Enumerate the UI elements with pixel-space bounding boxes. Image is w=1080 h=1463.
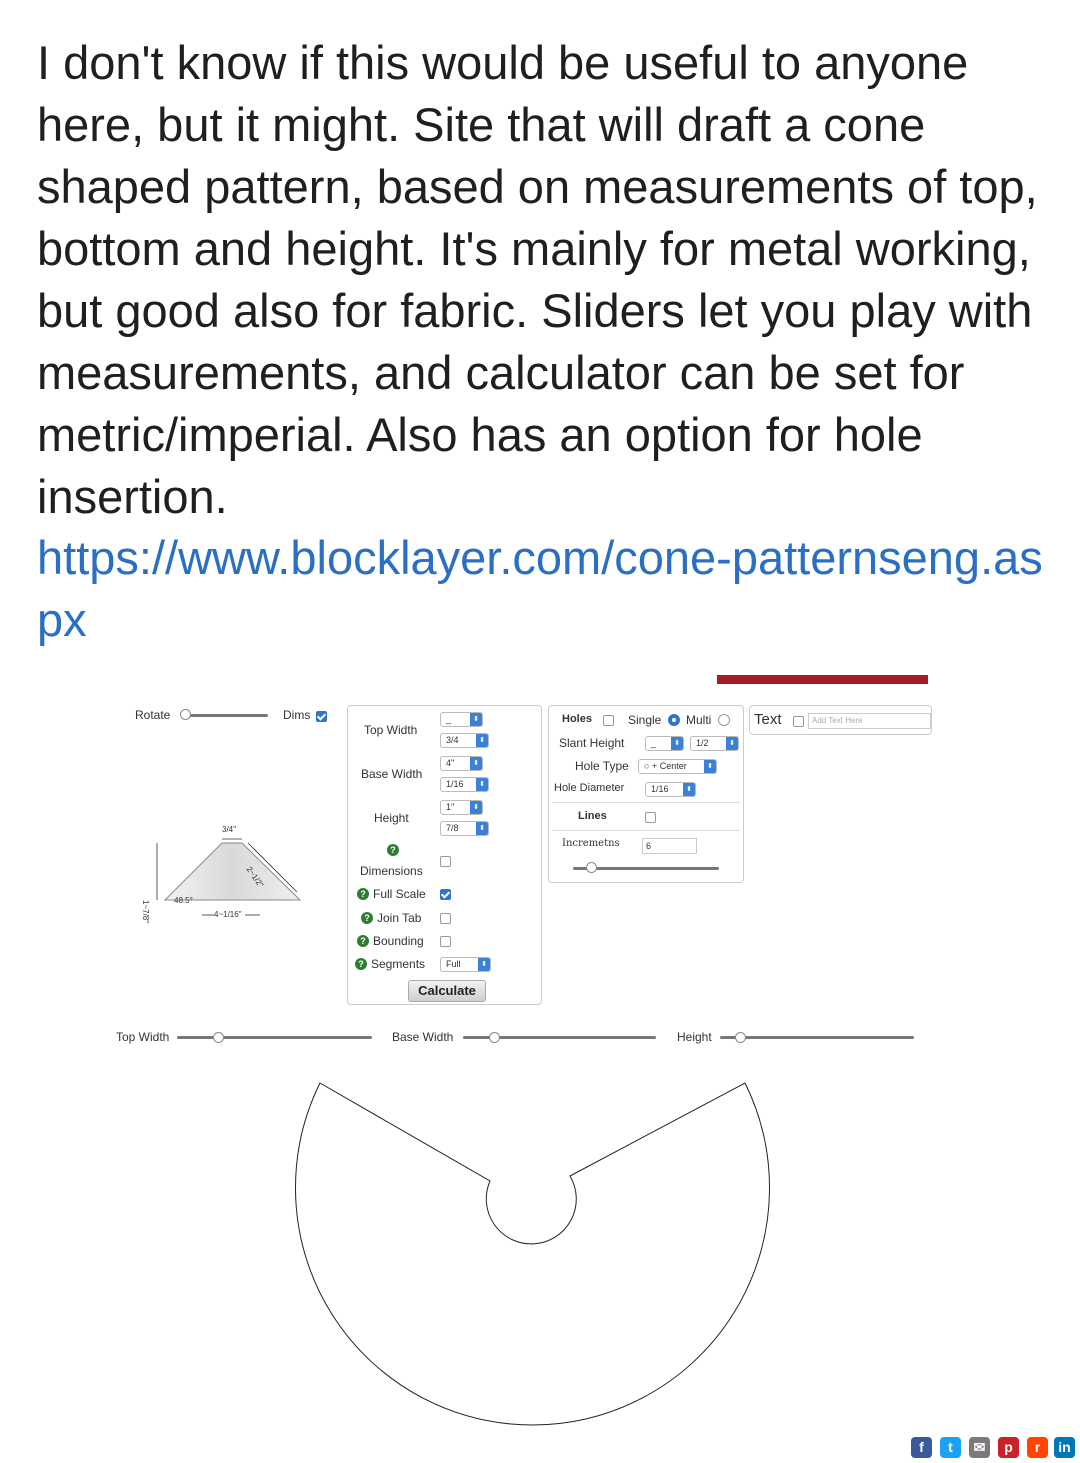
hole-diameter-value: 1/16 (651, 784, 669, 794)
lines-label: Lines (578, 810, 607, 822)
dimensions-checkbox[interactable] (440, 856, 451, 867)
hole-type-select[interactable]: ○ + Center ⬍ (638, 759, 717, 774)
dimensions-label: Dimensions (360, 864, 423, 878)
base-width-label: Base Width (361, 767, 423, 781)
chevron-down-icon: ⬍ (726, 737, 738, 750)
linkedin-icon[interactable]: in (1054, 1437, 1075, 1458)
help-icon[interactable]: ? (355, 958, 367, 970)
hole-diameter-label: Hole Diameter (554, 782, 625, 794)
chevron-down-icon: ⬍ (671, 737, 683, 750)
increments-label: Incremetns (562, 838, 620, 849)
add-text-input[interactable]: Add Text Here (808, 713, 931, 729)
top-width-slider[interactable] (177, 1036, 372, 1039)
height-label: Height (374, 811, 409, 825)
divider (552, 830, 740, 831)
twitter-icon[interactable]: t (940, 1437, 961, 1458)
multi-label: Multi (686, 713, 712, 727)
divider (552, 802, 740, 803)
lines-checkbox[interactable] (645, 812, 656, 823)
base-width-frac-value: 1/16 (446, 779, 464, 789)
join-tab-checkbox[interactable] (440, 913, 451, 924)
base-width-frac-select[interactable]: 1/16 ⬍ (440, 777, 489, 792)
chevron-down-icon: ⬍ (470, 757, 482, 770)
help-icon[interactable]: ? (361, 912, 373, 924)
increments-input[interactable]: 6 (642, 838, 697, 854)
multi-radio[interactable] (718, 714, 730, 726)
base-width-slider-knob[interactable] (489, 1032, 500, 1043)
holes-label: Holes (562, 713, 592, 725)
help-icon[interactable]: ? (357, 888, 369, 900)
post-text: I don't know if this would be useful to … (37, 36, 1038, 523)
segments-select[interactable]: Full ⬍ (440, 957, 491, 972)
slant-whole-value: _ (651, 738, 657, 748)
height-slider[interactable] (720, 1036, 914, 1039)
single-label: Single (628, 713, 662, 727)
segments-label: Segments (371, 957, 426, 971)
slant-whole-select[interactable]: _ ⬍ (645, 736, 684, 751)
height-dim-label: 1~7/8" (141, 900, 150, 924)
chevron-down-icon: ⬍ (704, 760, 716, 773)
cone-pattern-drawing (295, 1082, 770, 1426)
single-radio[interactable] (668, 714, 680, 726)
base-width-whole-value: 4" (446, 758, 455, 768)
slant-frac-select[interactable]: 1/2 ⬍ (690, 736, 739, 751)
slant-height-label: Slant Height (559, 736, 625, 750)
text-checkbox[interactable] (793, 716, 804, 727)
email-icon[interactable]: ✉ (969, 1437, 990, 1458)
height-frac-select[interactable]: 7/8 ⬍ (440, 821, 489, 836)
bounding-label: Bounding (373, 934, 424, 948)
segments-value: Full (446, 959, 461, 969)
reddit-icon[interactable]: r (1027, 1437, 1048, 1458)
height-whole-select[interactable]: 1" ⬍ (440, 800, 483, 815)
rotate-slider[interactable] (182, 714, 268, 717)
increments-slider-knob[interactable] (586, 862, 597, 873)
dims-label: Dims (283, 708, 311, 722)
post-link[interactable]: https://www.blocklayer.com/cone-patterns… (37, 527, 1047, 651)
base-width-slider-label: Base Width (392, 1030, 454, 1044)
slant-frac-value: 1/2 (696, 738, 709, 748)
top-width-label: Top Width (364, 723, 418, 737)
hole-type-label: Hole Type (575, 759, 629, 773)
full-scale-label: Full Scale (373, 887, 426, 901)
join-tab-label: Join Tab (377, 911, 422, 925)
cone-diagram (156, 838, 302, 916)
top-dim-label: 3/4" (222, 825, 236, 834)
dims-checkbox[interactable] (316, 711, 327, 722)
help-icon[interactable]: ? (387, 844, 399, 856)
chevron-down-icon: ⬍ (476, 734, 488, 747)
hole-diameter-select[interactable]: 1/16 ⬍ (645, 782, 696, 797)
base-width-whole-select[interactable]: 4" ⬍ (440, 756, 483, 771)
top-width-whole-select[interactable]: _ ⬍ (440, 712, 483, 727)
angle-label: 48.5° (174, 896, 193, 905)
red-banner (717, 675, 928, 684)
facebook-icon[interactable]: f (911, 1437, 932, 1458)
chevron-down-icon: ⬍ (476, 822, 488, 835)
height-frac-value: 7/8 (446, 823, 459, 833)
chevron-down-icon: ⬍ (476, 778, 488, 791)
embedded-screenshot: Rotate Dims 3/4" 2~1/2" 1~7/8" 48.5° 4~1… (0, 660, 1080, 1463)
top-width-slider-label: Top Width (116, 1030, 170, 1044)
height-slider-label: Height (677, 1030, 712, 1044)
hole-type-value: ○ + Center (644, 761, 687, 771)
base-dim-label: 4~1/16" (214, 910, 242, 919)
top-width-slider-knob[interactable] (213, 1032, 224, 1043)
top-width-frac-value: 3/4 (446, 735, 459, 745)
chevron-down-icon: ⬍ (478, 958, 490, 971)
chevron-down-icon: ⬍ (683, 783, 695, 796)
calculate-button[interactable]: Calculate (408, 980, 486, 1002)
top-width-whole-value: _ (446, 714, 452, 724)
bounding-checkbox[interactable] (440, 936, 451, 947)
top-width-frac-select[interactable]: 3/4 ⬍ (440, 733, 489, 748)
height-slider-knob[interactable] (735, 1032, 746, 1043)
chevron-down-icon: ⬍ (470, 801, 482, 814)
holes-checkbox[interactable] (603, 715, 614, 726)
height-whole-value: 1" (446, 802, 455, 812)
rotate-slider-knob[interactable] (180, 709, 191, 720)
chevron-down-icon: ⬍ (470, 713, 482, 726)
text-label: Text (754, 711, 782, 728)
full-scale-checkbox[interactable] (440, 889, 451, 900)
rotate-label: Rotate (135, 708, 171, 722)
pinterest-icon[interactable]: p (998, 1437, 1019, 1458)
help-icon[interactable]: ? (357, 935, 369, 947)
